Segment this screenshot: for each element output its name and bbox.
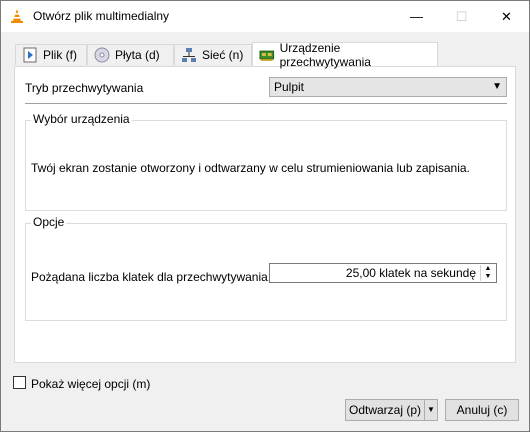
spin-down-icon[interactable]: ▼ (481, 273, 495, 281)
tab-label: Sieć (n) (202, 48, 244, 62)
spin-up-icon[interactable]: ▲ (481, 265, 495, 273)
more-options-label[interactable]: Pokaż więcej opcji (m) (31, 377, 150, 391)
play-file-icon (23, 47, 37, 63)
divider (25, 103, 507, 104)
tab-plyta[interactable]: Płyta (d) (87, 44, 174, 65)
capture-mode-label: Tryb przechwytywania (25, 81, 144, 95)
tab-label: Plik (f) (43, 48, 77, 62)
close-button[interactable]: ✕ (484, 1, 529, 32)
network-icon (182, 48, 196, 62)
group-title: Wybór urządzenia (31, 112, 132, 126)
device-description: Twój ekran zostanie otworzony i odtwarza… (31, 161, 470, 175)
play-button[interactable]: Odtwarzaj (p) (345, 399, 425, 421)
fps-label: Pożądana liczba klatek dla przechwytywan… (31, 270, 272, 284)
fps-spinbox[interactable]: 25,00 klatek na sekundę ▲ ▼ (269, 263, 497, 283)
group-title: Opcje (31, 215, 67, 229)
capture-mode-value: Pulpit (274, 80, 305, 94)
chevron-down-icon: ▼ (492, 81, 502, 92)
spin-buttons[interactable]: ▲ ▼ (480, 265, 495, 281)
more-options-checkbox[interactable] (13, 376, 26, 389)
chevron-down-icon: ▼ (427, 405, 435, 414)
options-group: Opcje Pożądana liczba klatek dla przechw… (25, 215, 507, 321)
maximize-button[interactable]: ☐ (439, 1, 484, 32)
capture-mode-select[interactable]: Pulpit ▼ (269, 77, 507, 97)
tab-urzadzenie[interactable]: Urządzenie przechwytywania (252, 40, 438, 69)
device-selection-group: Wybór urządzenia Twój ekran zostanie otw… (25, 112, 507, 211)
vlc-cone-icon (11, 9, 23, 23)
fps-value: 25,00 klatek na sekundę (345, 266, 476, 280)
disc-icon (94, 47, 110, 63)
title-bar: Otwórz plik multimedialny — ☐ ✕ (1, 1, 529, 32)
tab-label: Urządzenie przechwytywania (279, 40, 371, 69)
window-title: Otwórz plik multimedialny (33, 9, 170, 23)
play-dropdown-button[interactable]: ▼ (424, 399, 438, 421)
capture-card-icon (259, 50, 275, 61)
minimize-button[interactable]: — (394, 1, 439, 32)
capture-device-panel: Tryb przechwytywania Pulpit ▼ Wybór urzą… (14, 66, 516, 363)
tab-plik[interactable]: Plik (f) (15, 44, 87, 65)
tab-label: Płyta (d) (115, 48, 160, 62)
open-media-dialog: Otwórz plik multimedialny — ☐ ✕ Plik (f)… (0, 0, 530, 432)
cancel-button[interactable]: Anuluj (c) (445, 399, 519, 421)
tab-siec[interactable]: Sieć (n) (174, 44, 252, 65)
